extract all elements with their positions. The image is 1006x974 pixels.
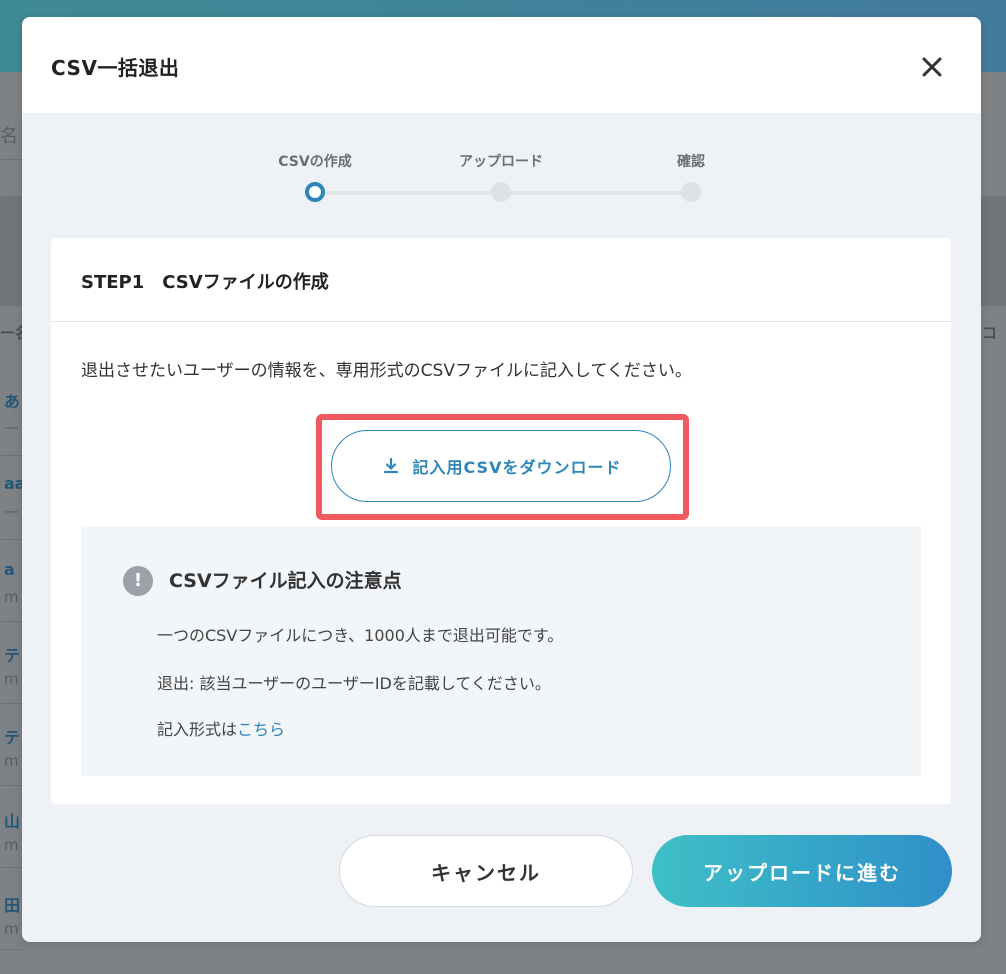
step-label-create-csv: CSVの作成: [278, 154, 352, 170]
close-icon: [922, 57, 942, 77]
row-primary-text: a: [4, 560, 15, 579]
proceed-to-upload-button[interactable]: アップロードに進む: [652, 835, 952, 907]
download-icon: [383, 457, 398, 474]
step-label-upload: アップロード: [459, 154, 543, 170]
modal-header: CSV一括退出: [22, 17, 981, 113]
download-csv-button[interactable]: 記入用CSVをダウンロード: [331, 430, 671, 502]
background-table-row: 山 m: [0, 786, 22, 868]
row-secondary-text: m: [4, 920, 19, 938]
row-primary-text: 山: [4, 812, 21, 831]
background-column-header-code: コ: [982, 324, 998, 342]
row-secondary-text: —: [4, 502, 19, 520]
note-format-line: 記入形式はこちら: [157, 716, 285, 740]
note-format-prefix: 記入形式は: [157, 720, 238, 739]
csv-bulk-exit-modal: CSV一括退出 CSVの作成 アップロード 確認 STEP1 CSVファイルの作…: [22, 17, 981, 942]
notes-title: CSVファイル記入の注意点: [169, 570, 402, 592]
step-dot: [681, 182, 701, 202]
row-primary-text: テ: [4, 646, 21, 665]
step-card-header: STEP1 CSVファイルの作成: [51, 238, 951, 322]
step-card: STEP1 CSVファイルの作成 退出させたいユーザーの情報を、専用形式のCSV…: [51, 238, 951, 804]
row-primary-text: 田: [4, 896, 21, 915]
note-line: 退出: 該当ユーザーのユーザーIDを記載してください。: [157, 674, 551, 693]
step-title: STEP1 CSVファイルの作成: [81, 272, 329, 293]
note-line: 一つのCSVファイルにつき、1000人まで退出可能です。: [157, 626, 564, 645]
row-secondary-text: —: [4, 418, 19, 436]
row-secondary-text: m: [4, 836, 19, 854]
exclamation-icon: !: [123, 566, 153, 596]
row-secondary-text: m: [4, 752, 19, 770]
row-secondary-text: m: [4, 588, 19, 606]
modal-title: CSV一括退出: [51, 56, 180, 80]
step-description: 退出させたいユーザーの情報を、専用形式のCSVファイルに記入してください。: [81, 361, 692, 381]
row-primary-text: あ: [4, 392, 21, 411]
step-dot-current: [305, 182, 325, 202]
row-secondary-text: m: [4, 670, 19, 688]
background-table-row: テ m: [0, 622, 22, 704]
step-dot: [491, 182, 511, 202]
background-table-row: a m: [0, 540, 22, 622]
background-table-row: あ —: [0, 372, 22, 456]
progress-stepper: CSVの作成 アップロード 確認: [22, 147, 981, 207]
background-table-row: 田 m: [0, 868, 22, 950]
download-csv-label: 記入用CSVをダウンロード: [412, 458, 622, 477]
row-primary-text: テ: [4, 728, 21, 747]
step-label-confirm: 確認: [677, 154, 705, 170]
cancel-button[interactable]: キャンセル: [339, 835, 633, 907]
background-table-row: aa —: [0, 456, 26, 540]
format-link[interactable]: こちら: [237, 720, 285, 739]
background-table-row: テ m: [0, 704, 22, 786]
notes-panel: ! CSVファイル記入の注意点 一つのCSVファイルにつき、1000人まで退出可…: [81, 526, 921, 776]
close-button[interactable]: [914, 49, 950, 85]
